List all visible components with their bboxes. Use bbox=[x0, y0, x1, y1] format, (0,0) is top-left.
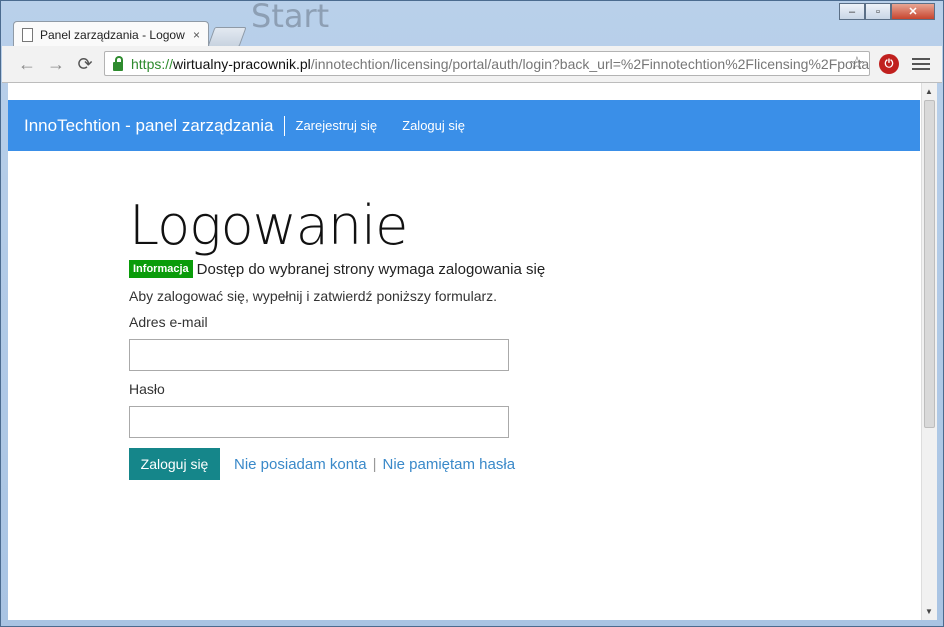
page-icon bbox=[22, 27, 33, 42]
nav-link-register[interactable]: Zarejestruj się bbox=[296, 118, 378, 133]
page-title: Logowanie bbox=[129, 194, 408, 257]
login-button[interactable]: Zaloguj się bbox=[129, 448, 220, 480]
tab-close-icon[interactable]: × bbox=[193, 28, 200, 42]
no-account-link[interactable]: Nie posiadam konta bbox=[234, 456, 367, 473]
url-path: /innotechtion/licensing/portal/auth/logi… bbox=[310, 55, 869, 72]
address-bar[interactable]: https:// wirtualny-pracownik.pl /innotec… bbox=[104, 51, 870, 76]
background-window-text: Start bbox=[251, 0, 330, 35]
window-controls: – ▫ ✕ bbox=[839, 3, 935, 20]
nav-link-login[interactable]: Zaloguj się bbox=[402, 118, 465, 133]
link-separator: | bbox=[372, 455, 377, 473]
new-tab-button[interactable] bbox=[207, 27, 247, 47]
url-scheme: https:// bbox=[131, 55, 174, 72]
info-message: Dostęp do wybranej strony wymaga zalogow… bbox=[196, 260, 546, 278]
info-badge: Informacja bbox=[129, 260, 193, 278]
scroll-thumb[interactable] bbox=[924, 100, 935, 428]
scroll-up-icon[interactable]: ▲ bbox=[925, 87, 933, 96]
browser-window: Start – ▫ ✕ Panel zarządzania - Logow × … bbox=[0, 0, 944, 627]
bookmark-star-icon[interactable]: ☆ bbox=[849, 53, 865, 74]
email-label: Adres e-mail bbox=[129, 314, 208, 330]
browser-toolbar: ← → ⟳ https:// wirtualny-pracownik.pl /i… bbox=[2, 46, 942, 83]
reload-icon[interactable]: ⟳ bbox=[73, 52, 97, 76]
login-content: Logowanie Informacja Dostęp do wybranej … bbox=[129, 196, 545, 480]
menu-icon[interactable] bbox=[912, 54, 930, 74]
back-icon[interactable]: ← bbox=[15, 52, 39, 76]
maximize-button[interactable]: ▫ bbox=[865, 3, 891, 20]
forgot-password-link[interactable]: Nie pamiętam hasła bbox=[382, 456, 515, 473]
url-host: wirtualny-pracownik.pl bbox=[173, 55, 311, 72]
scroll-down-icon[interactable]: ▼ bbox=[925, 607, 933, 616]
vertical-scrollbar[interactable]: ▲ ▼ bbox=[921, 83, 937, 620]
minimize-button[interactable]: – bbox=[839, 3, 865, 20]
info-alert: Informacja Dostęp do wybranej strony wym… bbox=[129, 260, 545, 278]
stop-icon[interactable]: ⏻ bbox=[879, 54, 899, 74]
browser-tab[interactable]: Panel zarządzania - Logow × bbox=[13, 21, 209, 47]
password-label: Hasło bbox=[129, 381, 165, 397]
tab-title: Panel zarządzania - Logow bbox=[40, 27, 185, 42]
navbar-brand[interactable]: InnoTechtion - panel zarządzania bbox=[8, 115, 285, 136]
forward-icon[interactable]: → bbox=[44, 52, 68, 76]
lock-icon bbox=[113, 55, 123, 71]
password-field[interactable] bbox=[129, 406, 509, 438]
email-field[interactable] bbox=[129, 339, 509, 371]
page-viewport: InnoTechtion - panel zarządzania Zarejes… bbox=[8, 83, 921, 620]
form-actions: Zaloguj się Nie posiadam konta | Nie pam… bbox=[129, 448, 545, 480]
form-intro: Aby zalogować się, wypełnij i zatwierdź … bbox=[129, 288, 498, 304]
top-navbar: InnoTechtion - panel zarządzania Zarejes… bbox=[8, 100, 920, 151]
close-window-button[interactable]: ✕ bbox=[891, 3, 935, 20]
